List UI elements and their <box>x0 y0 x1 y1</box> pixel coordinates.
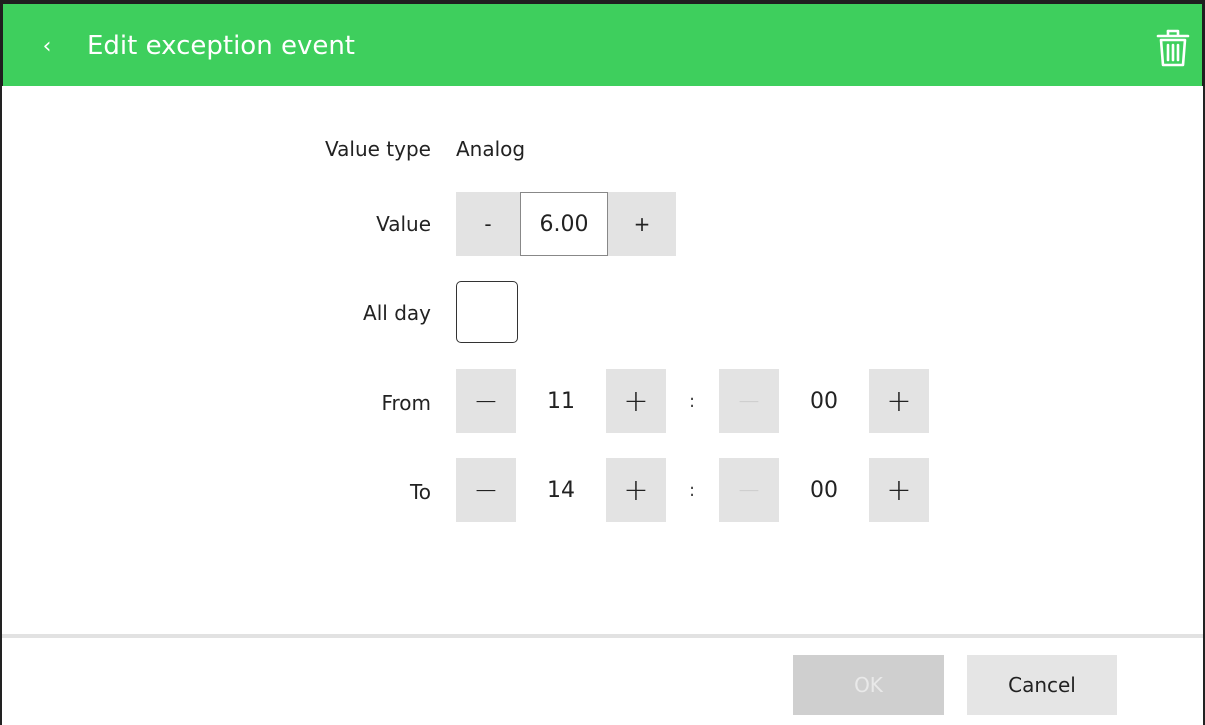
to-label: To <box>409 480 431 504</box>
dialog-frame <box>0 0 1205 725</box>
delete-button[interactable] <box>1155 27 1191 69</box>
to-minute-increment-button[interactable]: + <box>869 458 929 522</box>
value-input[interactable]: 6.00 <box>520 192 608 256</box>
time-separator: : <box>689 391 696 412</box>
value-stepper: - 6.00 + <box>456 192 676 256</box>
value-increment-button[interactable]: + <box>608 192 676 256</box>
back-button[interactable]: ‹ <box>33 28 61 64</box>
to-hour-increment-button[interactable]: + <box>606 458 666 522</box>
all-day-checkbox[interactable] <box>456 281 518 343</box>
dialog-header: ‹ Edit exception event <box>0 0 1205 86</box>
to-hour-decrement-button[interactable]: − <box>456 458 516 522</box>
from-hour-stepper: − 11 + <box>456 369 666 433</box>
value-type-label: Value type <box>325 137 431 161</box>
from-hour-decrement-button[interactable]: − <box>456 369 516 433</box>
chevron-left-icon: ‹ <box>42 33 52 59</box>
value-type-value: Analog <box>456 137 526 161</box>
from-label: From <box>381 391 431 415</box>
to-minute-decrement-button[interactable]: − <box>719 458 779 522</box>
from-minute-stepper: − 00 + <box>719 369 929 433</box>
page-title: Edit exception event <box>87 31 355 61</box>
cancel-button[interactable]: Cancel <box>967 655 1117 715</box>
value-label: Value <box>376 212 431 236</box>
to-hour-input[interactable]: 14 <box>516 458 606 522</box>
trash-icon <box>1156 29 1190 67</box>
time-separator: : <box>689 480 696 501</box>
all-day-label: All day <box>363 301 431 325</box>
from-hour-increment-button[interactable]: + <box>606 369 666 433</box>
from-minute-decrement-button[interactable]: − <box>719 369 779 433</box>
from-hour-input[interactable]: 11 <box>516 369 606 433</box>
to-minute-input[interactable]: 00 <box>779 458 869 522</box>
ok-button[interactable]: OK <box>793 655 944 715</box>
to-hour-stepper: − 14 + <box>456 458 666 522</box>
value-decrement-button[interactable]: - <box>456 192 520 256</box>
from-minute-increment-button[interactable]: + <box>869 369 929 433</box>
to-minute-stepper: − 00 + <box>719 458 929 522</box>
from-minute-input[interactable]: 00 <box>779 369 869 433</box>
footer-divider <box>2 634 1203 638</box>
